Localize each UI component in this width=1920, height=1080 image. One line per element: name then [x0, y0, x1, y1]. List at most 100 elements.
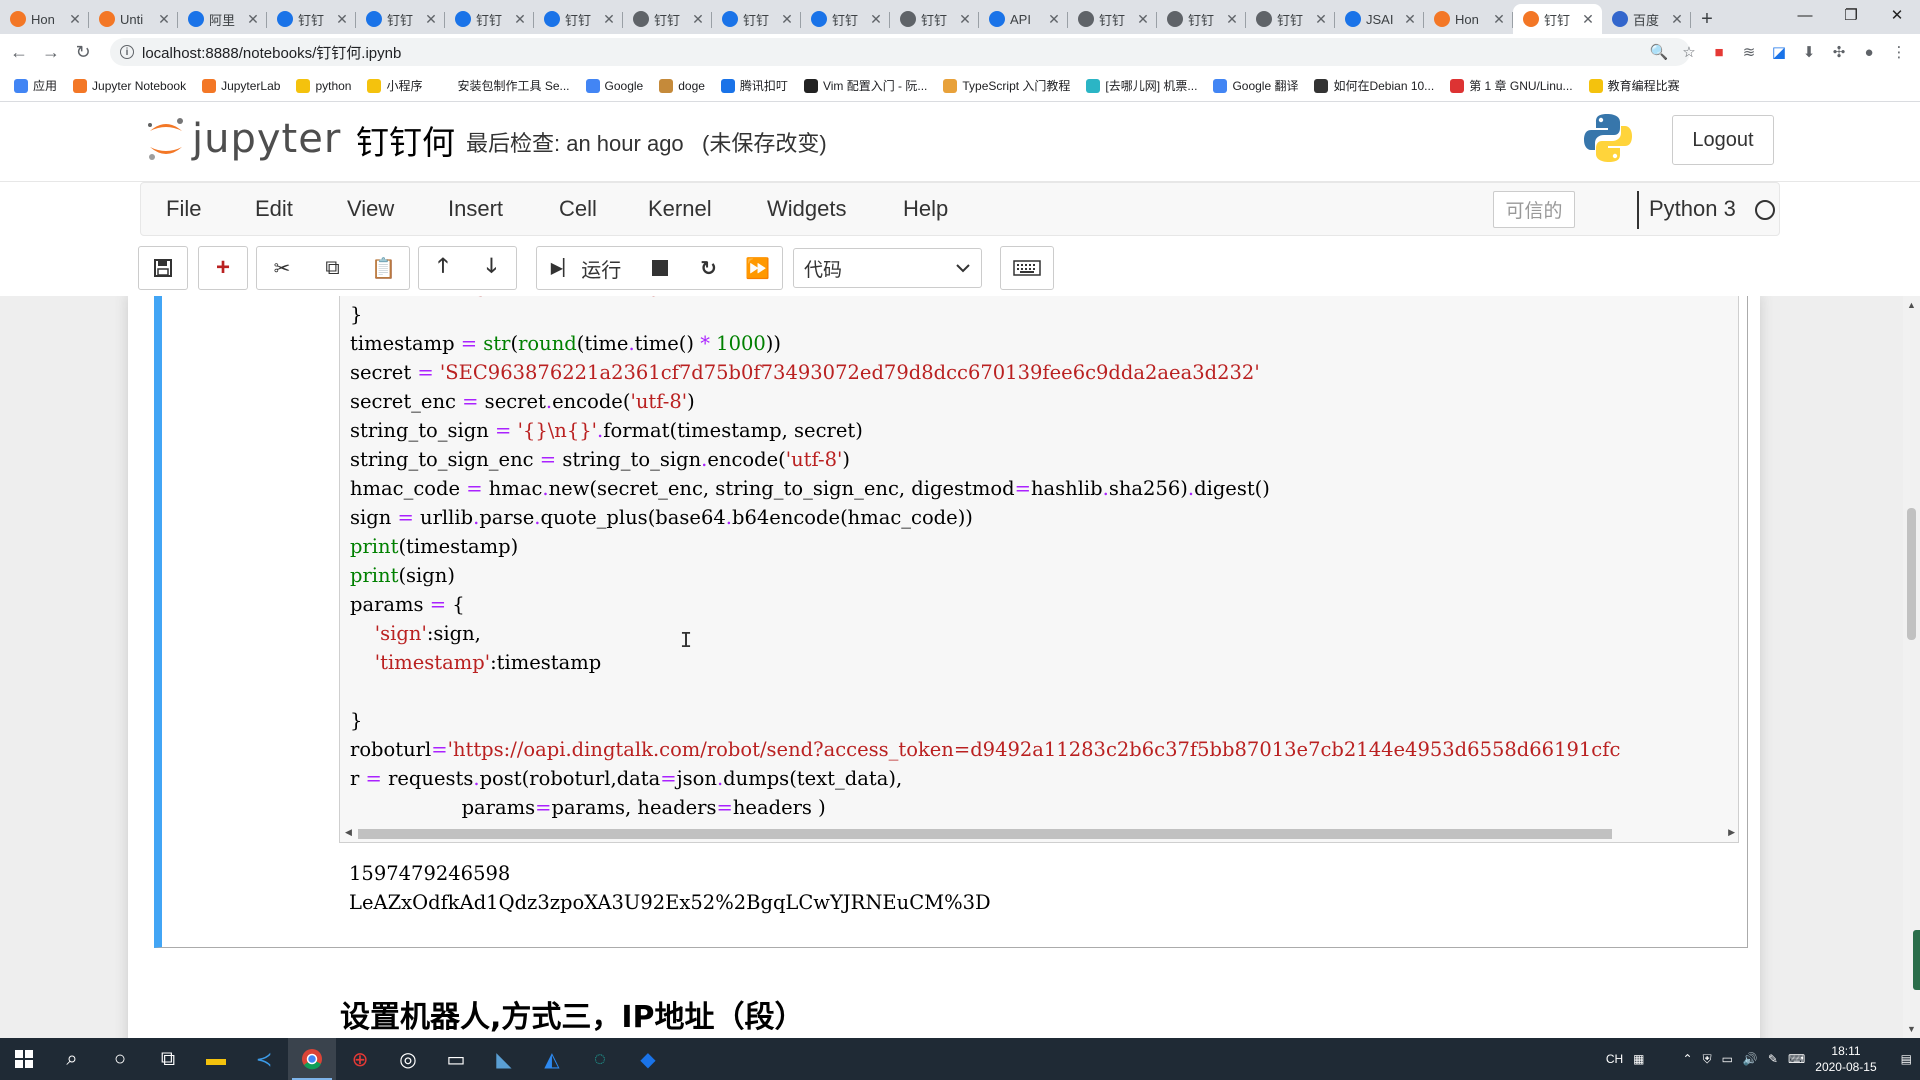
- browser-tab[interactable]: 钉钉 ✕: [1068, 4, 1157, 34]
- minimize-window-button[interactable]: —: [1782, 0, 1828, 30]
- browser-tab[interactable]: API ✕: [979, 4, 1068, 34]
- bookmark-item[interactable]: doge: [659, 78, 705, 93]
- profile-avatar-icon[interactable]: ●: [1858, 41, 1880, 63]
- bookmark-item[interactable]: 第 1 章 GNU/Linu...: [1450, 77, 1573, 94]
- restart-button[interactable]: ↻: [684, 246, 734, 290]
- move-up-button[interactable]: 🡑: [418, 246, 468, 290]
- menu-widgets[interactable]: Widgets: [767, 196, 846, 222]
- browser-tab[interactable]: Hon ✕: [0, 4, 89, 34]
- tab-close-icon[interactable]: ✕: [779, 11, 795, 28]
- trusted-badge[interactable]: 可信的: [1493, 191, 1575, 228]
- cell-type-select[interactable]: 代码: [793, 248, 982, 288]
- jupyter-logo[interactable]: jupyter: [144, 114, 341, 164]
- bookmark-item[interactable]: JupyterLab: [202, 78, 280, 93]
- browser-tab[interactable]: 钉钉 ✕: [445, 4, 534, 34]
- file-explorer-icon[interactable]: ▬: [192, 1038, 240, 1080]
- terminal-icon[interactable]: ▭: [432, 1038, 480, 1080]
- browser-tab[interactable]: 钉钉 ✕: [623, 4, 712, 34]
- move-down-button[interactable]: 🡓: [467, 246, 517, 290]
- cortana-icon[interactable]: ○: [96, 1038, 144, 1080]
- start-windows-icon[interactable]: [0, 1038, 48, 1080]
- menu-help[interactable]: Help: [903, 196, 948, 222]
- restart-run-all-button[interactable]: ⏩: [733, 246, 783, 290]
- tab-close-icon[interactable]: ✕: [1046, 11, 1062, 28]
- bookmark-star-icon[interactable]: ☆: [1678, 41, 1700, 63]
- site-info-icon[interactable]: i: [120, 45, 134, 59]
- app-red-icon[interactable]: ⊕: [336, 1038, 384, 1080]
- code-editor[interactable]: 'Content-Type': 'application/json',} time…: [339, 296, 1739, 843]
- bookmark-item[interactable]: Google: [585, 78, 643, 93]
- tab-close-icon[interactable]: ✕: [957, 11, 973, 28]
- bookmark-item[interactable]: Google 翻译: [1213, 77, 1298, 94]
- command-palette-button[interactable]: [1000, 246, 1054, 290]
- bookmark-item[interactable]: 腾讯扣叮: [720, 77, 788, 94]
- browser-tab[interactable]: Unti ✕: [89, 4, 178, 34]
- bookmark-item[interactable]: 教育编程比赛: [1588, 77, 1680, 94]
- chrome-icon[interactable]: [288, 1038, 336, 1080]
- browser-tab[interactable]: 钉钉 ✕: [712, 4, 801, 34]
- browser-tab[interactable]: 钉钉 ✕: [801, 4, 890, 34]
- browser-tab[interactable]: 钉钉 ✕: [534, 4, 623, 34]
- tab-close-icon[interactable]: ✕: [1669, 11, 1685, 28]
- code-cell-selected[interactable]: 'Content-Type': 'application/json',} time…: [154, 296, 1748, 948]
- tab-close-icon[interactable]: ✕: [1135, 11, 1151, 28]
- vertical-scroll-thumb[interactable]: [1907, 508, 1916, 640]
- tab-close-icon[interactable]: ✕: [1224, 11, 1240, 28]
- insert-cell-button[interactable]: +: [198, 246, 248, 290]
- kernel-name[interactable]: Python 3: [1649, 196, 1736, 222]
- tab-close-icon[interactable]: ✕: [601, 11, 617, 28]
- bookmark-item[interactable]: TypeScript 入门教程: [943, 77, 1070, 94]
- cut-button[interactable]: ✂: [256, 246, 308, 290]
- tab-close-icon[interactable]: ✕: [334, 11, 350, 28]
- menu-edit[interactable]: Edit: [255, 196, 293, 222]
- menu-file[interactable]: File: [166, 196, 201, 222]
- tab-close-icon[interactable]: ✕: [67, 11, 83, 28]
- bookmark-item[interactable]: [去哪儿网] 机票...: [1086, 77, 1197, 94]
- search-icon[interactable]: ⌕: [48, 1038, 96, 1080]
- browser-tab[interactable]: 钉钉 ✕: [356, 4, 445, 34]
- browser-tab[interactable]: 钉钉 ✕: [890, 4, 979, 34]
- close-window-button[interactable]: ✕: [1874, 0, 1920, 30]
- pen-icon[interactable]: ✎: [1768, 1052, 1778, 1066]
- horizontal-scrollbar[interactable]: ◀ ▶: [340, 824, 1738, 842]
- bookmark-item[interactable]: python: [296, 78, 351, 93]
- dingtalk-icon[interactable]: ◆: [624, 1038, 672, 1080]
- network-icon[interactable]: ▭: [1722, 1052, 1733, 1066]
- tab-close-icon[interactable]: ✕: [512, 11, 528, 28]
- reload-icon[interactable]: ↻: [70, 39, 96, 65]
- browser-tab[interactable]: 百度 ✕: [1602, 4, 1691, 34]
- back-icon[interactable]: ←: [6, 39, 32, 65]
- zoom-icon[interactable]: 🔍: [1648, 41, 1670, 63]
- extension-blue-icon[interactable]: ◪: [1768, 41, 1790, 63]
- app-aperture-icon[interactable]: ◎: [384, 1038, 432, 1080]
- scroll-up-icon[interactable]: ▲: [1907, 300, 1916, 310]
- browser-tab[interactable]: 钉钉 ✕: [1246, 4, 1335, 34]
- extensions-puzzle-icon[interactable]: ✣: [1828, 41, 1850, 63]
- vscode-icon[interactable]: ≺: [240, 1038, 288, 1080]
- logout-button[interactable]: Logout: [1672, 115, 1774, 165]
- tab-close-icon[interactable]: ✕: [1580, 11, 1596, 28]
- tab-close-icon[interactable]: ✕: [156, 11, 172, 28]
- browser-tab[interactable]: Hon ✕: [1424, 4, 1513, 34]
- paste-button[interactable]: 📋: [358, 246, 410, 290]
- defender-icon[interactable]: ⛨: [1703, 1052, 1712, 1067]
- powershell-icon[interactable]: ◣: [480, 1038, 528, 1080]
- tab-close-icon[interactable]: ✕: [868, 11, 884, 28]
- scroll-right-icon[interactable]: ▶: [1728, 827, 1735, 838]
- extension-red-icon[interactable]: ■: [1708, 41, 1730, 63]
- browser-tab[interactable]: 钉钉 ✕: [1157, 4, 1246, 34]
- bookmark-item[interactable]: 应用: [14, 77, 57, 94]
- bookmark-item[interactable]: Vim 配置入门 - 阮...: [803, 77, 927, 94]
- tab-close-icon[interactable]: ✕: [1402, 11, 1418, 28]
- input-grid-icon[interactable]: ▦: [1633, 1052, 1644, 1066]
- menu-insert[interactable]: Insert: [448, 196, 503, 222]
- tray-expand-icon[interactable]: ⌃: [1683, 1052, 1693, 1066]
- keyboard-tray-icon[interactable]: ⌨: [1788, 1052, 1805, 1066]
- app-search-green-icon[interactable]: ◌: [576, 1038, 624, 1080]
- browser-tab[interactable]: 钉钉 ✕: [1513, 4, 1602, 34]
- markdown-heading[interactable]: 设置机器人,方式三，IP地址（段）: [340, 992, 805, 1036]
- tab-close-icon[interactable]: ✕: [245, 11, 261, 28]
- browser-tab[interactable]: 钉钉 ✕: [267, 4, 356, 34]
- run-button[interactable]: ▶▏ 运行: [536, 246, 636, 290]
- menu-cell[interactable]: Cell: [559, 196, 597, 222]
